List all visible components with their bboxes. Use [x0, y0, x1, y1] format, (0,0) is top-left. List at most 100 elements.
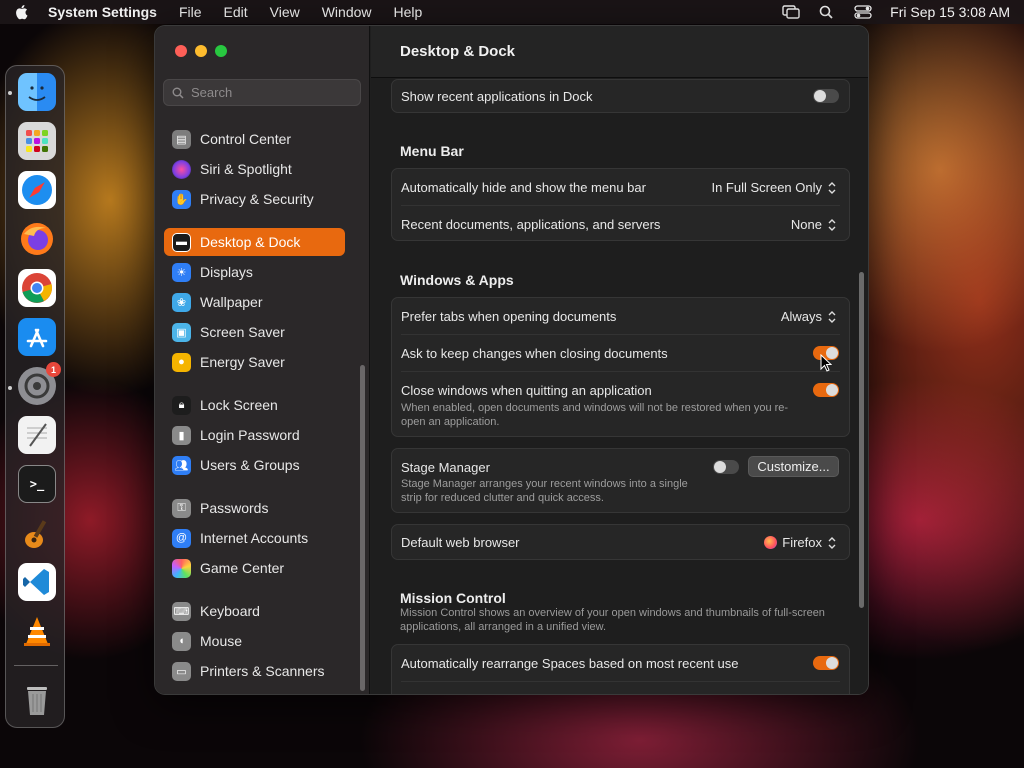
group-dock-recent: Show recent applications in Dock	[391, 79, 850, 113]
sidebar-item-internet-accounts[interactable]: @ Internet Accounts	[164, 524, 345, 552]
control-center-icon[interactable]	[854, 5, 872, 19]
sidebar-item-privacy-security[interactable]: ✋ Privacy & Security	[164, 185, 345, 213]
search-placeholder: Search	[191, 85, 233, 100]
dock-finder-icon[interactable]	[18, 73, 56, 111]
ask-keep-changes-label: Ask to keep changes when closing documen…	[401, 346, 668, 361]
sidebar-item-mouse[interactable]: ◖ Mouse	[164, 627, 345, 655]
chevron-updown-icon	[827, 181, 837, 195]
auto-rearrange-toggle[interactable]	[813, 656, 839, 670]
default-browser-popup[interactable]: Firefox	[764, 535, 837, 550]
sidebar-item-energy-saver[interactable]: ● Energy Saver	[164, 348, 345, 376]
bulb-icon: ●	[172, 352, 191, 372]
menu-help[interactable]: Help	[394, 4, 423, 20]
sidebar-item-siri-spotlight[interactable]: Siri & Spotlight	[164, 155, 345, 183]
auto-rearrange-label: Automatically rearrange Spaces based on …	[401, 656, 739, 671]
spotlight-search-icon[interactable]	[818, 5, 836, 19]
menu-bar: System Settings File Edit View Window He…	[0, 0, 1024, 24]
sidebar-item-label: Displays	[200, 264, 253, 280]
menu-view[interactable]: View	[270, 4, 300, 20]
sidebar-item-label: Users & Groups	[200, 457, 300, 473]
dock-running-indicator	[8, 91, 12, 95]
menu-edit[interactable]: Edit	[224, 4, 248, 20]
zoom-window-button[interactable]	[215, 45, 227, 57]
apple-icon[interactable]	[14, 4, 28, 20]
sidebar-item-keyboard[interactable]: ⌨ Keyboard	[164, 597, 345, 625]
sidebar-item-label: Printers & Scanners	[200, 663, 325, 679]
dock-app-store-icon[interactable]	[18, 318, 56, 356]
sidebar-item-screen-saver[interactable]: ▣ Screen Saver	[164, 318, 345, 346]
dock-vscode-icon[interactable]	[18, 563, 56, 601]
popup-value: None	[790, 217, 822, 232]
settings-content: Desktop & Dock Show recent applications …	[371, 26, 868, 694]
control-center-icon: ▤	[172, 129, 191, 149]
dock-vlc-icon[interactable]	[18, 612, 56, 650]
menu-window[interactable]: Window	[322, 4, 372, 20]
content-scrollbar[interactable]	[859, 272, 864, 608]
sidebar-item-lock-screen[interactable]: 🔒︎ Lock Screen	[164, 391, 345, 419]
close-windows-toggle[interactable]	[813, 383, 839, 397]
at-icon: @	[172, 528, 191, 548]
sidebar-item-printers-scanners[interactable]: ▭ Printers & Scanners	[164, 657, 345, 685]
dock-garageband-icon[interactable]	[18, 514, 56, 552]
menu-file[interactable]: File	[179, 4, 202, 20]
row-divider	[401, 334, 840, 335]
sidebar-item-passwords[interactable]: ⚿ Passwords	[164, 494, 345, 522]
auto-hide-menubar-popup[interactable]: In Full Screen Only	[711, 180, 837, 195]
sun-icon: ☀	[172, 262, 191, 282]
row-divider	[401, 371, 840, 372]
section-windows-apps: Windows & Apps	[400, 272, 514, 288]
dock-chrome-icon[interactable]	[18, 269, 56, 307]
sidebar-item-label: Lock Screen	[200, 397, 278, 413]
recent-docs-label: Recent documents, applications, and serv…	[401, 217, 661, 232]
sidebar-item-displays[interactable]: ☀ Displays	[164, 258, 345, 286]
sidebar-item-game-center[interactable]: Game Center	[164, 554, 345, 582]
popup-value: Firefox	[782, 535, 822, 550]
siri-icon	[172, 159, 191, 179]
menu-app-name[interactable]: System Settings	[48, 4, 157, 20]
printer-icon: ▭	[172, 661, 191, 681]
dock-firefox-icon[interactable]	[18, 220, 56, 258]
row-divider	[401, 681, 840, 682]
sidebar-item-label: Siri & Spotlight	[200, 161, 292, 177]
mouse-icon: ◖	[172, 631, 191, 651]
sidebar-scrollbar[interactable]	[360, 365, 365, 691]
sidebar-item-label: Control Center	[200, 131, 292, 147]
dock-launchpad-icon[interactable]	[18, 122, 56, 160]
show-recent-label: Show recent applications in Dock	[401, 89, 593, 104]
stage-manager-toggle[interactable]	[713, 460, 739, 474]
show-recent-toggle[interactable]	[813, 89, 839, 103]
group-default-browser: Default web browser Firefox	[391, 524, 850, 560]
search-icon	[172, 87, 184, 99]
sidebar-item-label: Login Password	[200, 427, 300, 443]
chevron-updown-icon	[827, 310, 837, 324]
sidebar-item-wallpaper[interactable]: ❀ Wallpaper	[164, 288, 345, 316]
dock-running-indicator	[8, 386, 12, 390]
sidebar-item-label: Energy Saver	[200, 354, 285, 370]
prefer-tabs-popup[interactable]: Always	[781, 309, 837, 324]
sidebar-item-login-password[interactable]: ▮ Login Password	[164, 421, 345, 449]
dock-safari-icon[interactable]	[18, 171, 56, 209]
search-input[interactable]: Search	[163, 79, 361, 106]
close-window-button[interactable]	[175, 45, 187, 57]
screen-mirroring-icon[interactable]	[782, 5, 800, 19]
dock-separator	[14, 665, 58, 666]
sidebar-item-users-groups[interactable]: 👥︎ Users & Groups	[164, 451, 345, 479]
mission-control-description: Mission Control shows an overview of you…	[400, 607, 825, 633]
menubar-clock[interactable]: Fri Sep 15 3:08 AM	[890, 4, 1010, 20]
popup-value: Always	[780, 309, 822, 324]
group-menu-bar: Automatically hide and show the menu bar…	[391, 168, 850, 241]
dock-trash-icon[interactable]	[18, 681, 56, 719]
recent-docs-popup[interactable]: None	[791, 217, 837, 232]
sidebar-item-label: Passwords	[200, 500, 269, 516]
sidebar-item-control-center[interactable]: ▤ Control Center	[164, 125, 345, 153]
dock-textedit-icon[interactable]	[18, 416, 56, 454]
minimize-window-button[interactable]	[195, 45, 207, 57]
dock-system-settings-icon[interactable]: 1	[18, 362, 61, 405]
sidebar-item-label: Keyboard	[200, 603, 260, 619]
group-windows-apps: Prefer tabs when opening documents Alway…	[391, 297, 850, 437]
close-windows-label: Close windows when quitting an applicati…	[401, 383, 652, 398]
sidebar-item-label: Wallpaper	[200, 294, 263, 310]
customize-button[interactable]: Customize...	[748, 456, 839, 477]
sidebar-item-desktop-dock[interactable]: ▬ Desktop & Dock	[164, 228, 345, 256]
dock-terminal-icon[interactable]: >_	[18, 465, 56, 503]
